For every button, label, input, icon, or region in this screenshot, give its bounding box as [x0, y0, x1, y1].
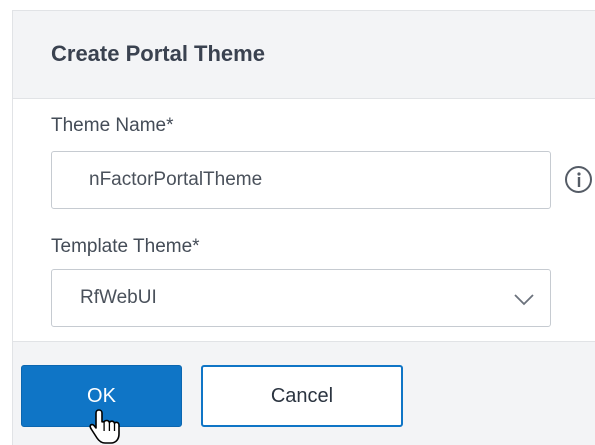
ok-button[interactable]: OK — [21, 365, 182, 427]
dialog-header: Create Portal Theme — [12, 10, 595, 99]
theme-name-input[interactable] — [51, 151, 551, 209]
cancel-button[interactable]: Cancel — [201, 365, 403, 427]
dialog-footer: OK Cancel — [12, 341, 595, 445]
info-icon[interactable] — [565, 166, 592, 193]
dialog-title: Create Portal Theme — [51, 41, 265, 66]
template-theme-select[interactable]: RfWebUI — [51, 269, 551, 327]
theme-name-label: Theme Name* — [51, 115, 174, 136]
create-portal-theme-dialog: Create Portal Theme Theme Name* Template… — [0, 0, 595, 445]
template-theme-selected: RfWebUI — [80, 287, 157, 308]
template-theme-label: Template Theme* — [51, 236, 200, 257]
left-edge — [0, 0, 12, 445]
chevron-down-icon — [514, 294, 534, 306]
dialog-body: Theme Name* Template Theme* RfWebUI — [12, 99, 595, 341]
